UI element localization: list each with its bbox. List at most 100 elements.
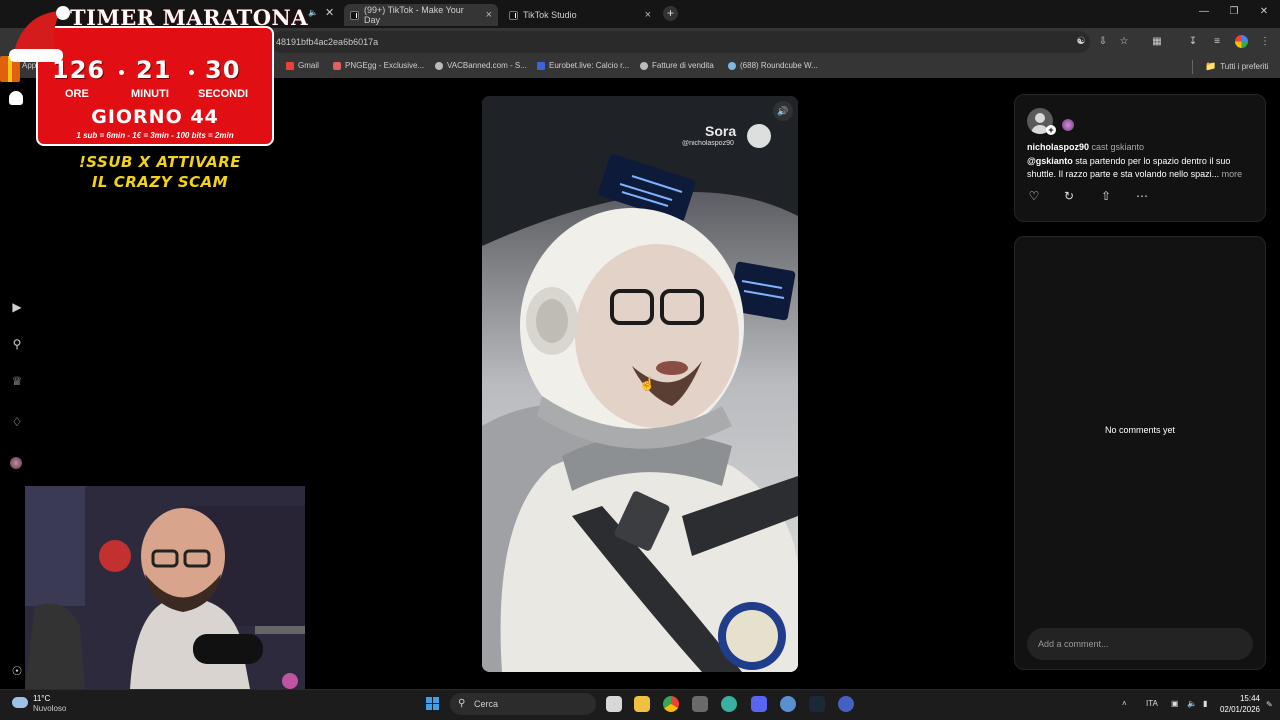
- search-icon[interactable]: ⚲: [10, 337, 24, 351]
- streamer-image: [25, 486, 305, 689]
- vacbanned-icon: [435, 61, 443, 70]
- author-username[interactable]: nicholaspoz90: [1027, 142, 1089, 152]
- ghost-icon: [9, 91, 23, 105]
- close-icon[interactable]: ×: [486, 9, 492, 21]
- tab-close-icon[interactable]: ✕: [325, 6, 334, 19]
- new-tab-button[interactable]: +: [663, 6, 678, 21]
- profile-avatar-icon[interactable]: [1235, 35, 1248, 48]
- bookmark-label: (688) Roundcube W...: [740, 61, 818, 70]
- share-icon[interactable]: ⇧: [1099, 189, 1113, 203]
- description-mention[interactable]: @gskianto: [1027, 156, 1073, 166]
- bookmark-roundcube[interactable]: (688) Roundcube W...: [728, 61, 818, 70]
- tiktok-icon: [509, 10, 518, 20]
- bookmark-label: Gmail: [298, 61, 319, 70]
- tab-tiktok[interactable]: (99+) TikTok - Make Your Day ×: [344, 4, 498, 26]
- sora-watermark-label: Sora: [705, 123, 737, 139]
- trophy-icon[interactable]: ♕: [10, 374, 24, 388]
- sora-logo-icon: [747, 124, 771, 148]
- timer-separator: [189, 70, 194, 75]
- translate-icon[interactable]: ☯: [1075, 36, 1087, 48]
- window-close-icon[interactable]: ✕: [1255, 6, 1273, 17]
- timer-minutes-label: MINUTI: [131, 88, 169, 100]
- url-text[interactable]: 48191bfb4ac2ea6b6017a: [276, 37, 378, 47]
- bookmark-star-icon[interactable]: ☆: [1118, 36, 1130, 48]
- like-heart-icon[interactable]: ♡: [1027, 189, 1041, 203]
- cast-avatar[interactable]: [1062, 119, 1074, 131]
- tray-chevron-icon[interactable]: ˄: [1122, 699, 1127, 708]
- timer-seconds-label: SECONDI: [198, 88, 249, 100]
- clock-date[interactable]: 02/01/2026: [1200, 705, 1260, 714]
- downloads-icon[interactable]: ↧: [1187, 36, 1199, 48]
- timer-minutes: 21: [136, 56, 172, 84]
- notification-icon[interactable]: ✎: [1266, 700, 1273, 709]
- pngegg-icon: [333, 61, 341, 70]
- explore-icon[interactable]: ▶: [10, 300, 24, 314]
- windows-start-icon[interactable]: [426, 697, 440, 711]
- notification-bell-icon[interactable]: ♢: [10, 415, 24, 429]
- network-icon[interactable]: ▣: [1171, 699, 1179, 708]
- steam-icon[interactable]: [809, 696, 825, 712]
- app-icon[interactable]: [838, 696, 854, 712]
- comment-input[interactable]: Add a comment...: [1027, 628, 1253, 660]
- timer-day: GIORNO 44: [91, 106, 219, 128]
- timer-hours-label: ORE: [65, 88, 89, 100]
- all-bookmarks-button[interactable]: 📁 Tutti i preferiti: [1205, 61, 1268, 72]
- app-icon[interactable]: [692, 696, 708, 712]
- tiktok-icon: [350, 10, 359, 20]
- menu-icon[interactable]: ⋮: [1259, 36, 1271, 48]
- tab-label: (99+) TikTok - Make Your Day: [364, 5, 464, 25]
- media-icon[interactable]: ≡: [1211, 36, 1223, 48]
- language-indicator[interactable]: ITA: [1146, 699, 1158, 708]
- follow-plus-icon[interactable]: +: [1046, 125, 1056, 135]
- hand-cursor-icon: ☝: [639, 376, 656, 391]
- tab-audio-icon[interactable]: 🔈: [308, 8, 318, 17]
- bookmark-fatture[interactable]: Fatture di vendita: [640, 61, 714, 70]
- app-icon[interactable]: [721, 696, 737, 712]
- app-icon[interactable]: [780, 696, 796, 712]
- bookmark-label: VACBanned.com - S...: [447, 61, 527, 70]
- roundcube-icon: [728, 61, 736, 70]
- volume-icon[interactable]: 🔊: [773, 101, 793, 121]
- volume-tray-icon[interactable]: 🔈: [1187, 699, 1197, 708]
- bookmark-label: Fatture di vendita: [652, 61, 714, 70]
- clock-time[interactable]: 15:44: [1220, 694, 1260, 703]
- bookmark-eurobet[interactable]: Eurobet.live: Calcio r...: [537, 61, 629, 70]
- restore-icon[interactable]: ❐: [1225, 6, 1243, 17]
- bookmark-vacbanned[interactable]: VACBanned.com - S...: [435, 61, 527, 70]
- file-explorer-icon[interactable]: [634, 696, 650, 712]
- more-link[interactable]: more: [1222, 169, 1243, 179]
- timer-separator: [119, 70, 124, 75]
- close-icon[interactable]: ×: [645, 9, 651, 21]
- eurobet-icon: [537, 61, 545, 70]
- omnibox[interactable]: [270, 31, 1090, 53]
- more-options-icon[interactable]: ⋯: [1135, 189, 1149, 203]
- no-comments-label: No comments yet: [1104, 425, 1176, 435]
- webcam-feed: [25, 486, 305, 689]
- bookmark-pngegg[interactable]: PNGEgg - Exclusive...: [333, 61, 424, 70]
- extensions-icon[interactable]: ▦: [1151, 36, 1163, 48]
- weather-temperature[interactable]: 11°C: [33, 694, 50, 703]
- timer-seconds: 30: [205, 56, 241, 84]
- fatture-icon: [640, 61, 648, 70]
- settings-icon[interactable]: ☉: [10, 664, 24, 678]
- install-app-icon[interactable]: ⇩: [1097, 36, 1109, 48]
- comments-panel: [1014, 236, 1266, 670]
- bookmarks-divider: [1192, 60, 1193, 74]
- bookmark-gmail[interactable]: Gmail: [286, 61, 319, 70]
- profile-avatar[interactable]: [10, 457, 22, 469]
- discord-icon[interactable]: [751, 696, 767, 712]
- minimize-icon[interactable]: —: [1195, 6, 1213, 17]
- chrome-icon[interactable]: [663, 696, 679, 712]
- cloud-icon[interactable]: [12, 697, 28, 708]
- weather-description[interactable]: Nuvoloso: [33, 704, 66, 713]
- task-view-icon[interactable]: [606, 696, 622, 712]
- tab-tiktok-studio[interactable]: TikTok Studio ×: [503, 4, 657, 26]
- gmail-icon: [286, 61, 294, 70]
- taskbar-search[interactable]: ⚲ Cerca: [450, 693, 596, 715]
- timer-title: TIMER MARATONA: [70, 5, 309, 30]
- all-bookmarks-label: Tutti i preferiti: [1220, 62, 1269, 71]
- bookmark-label: Eurobet.live: Calcio r...: [549, 61, 630, 70]
- remix-icon[interactable]: ↻: [1062, 189, 1076, 203]
- cast-label[interactable]: cast gskianto: [1092, 142, 1145, 152]
- search-icon: ⚲: [458, 698, 466, 709]
